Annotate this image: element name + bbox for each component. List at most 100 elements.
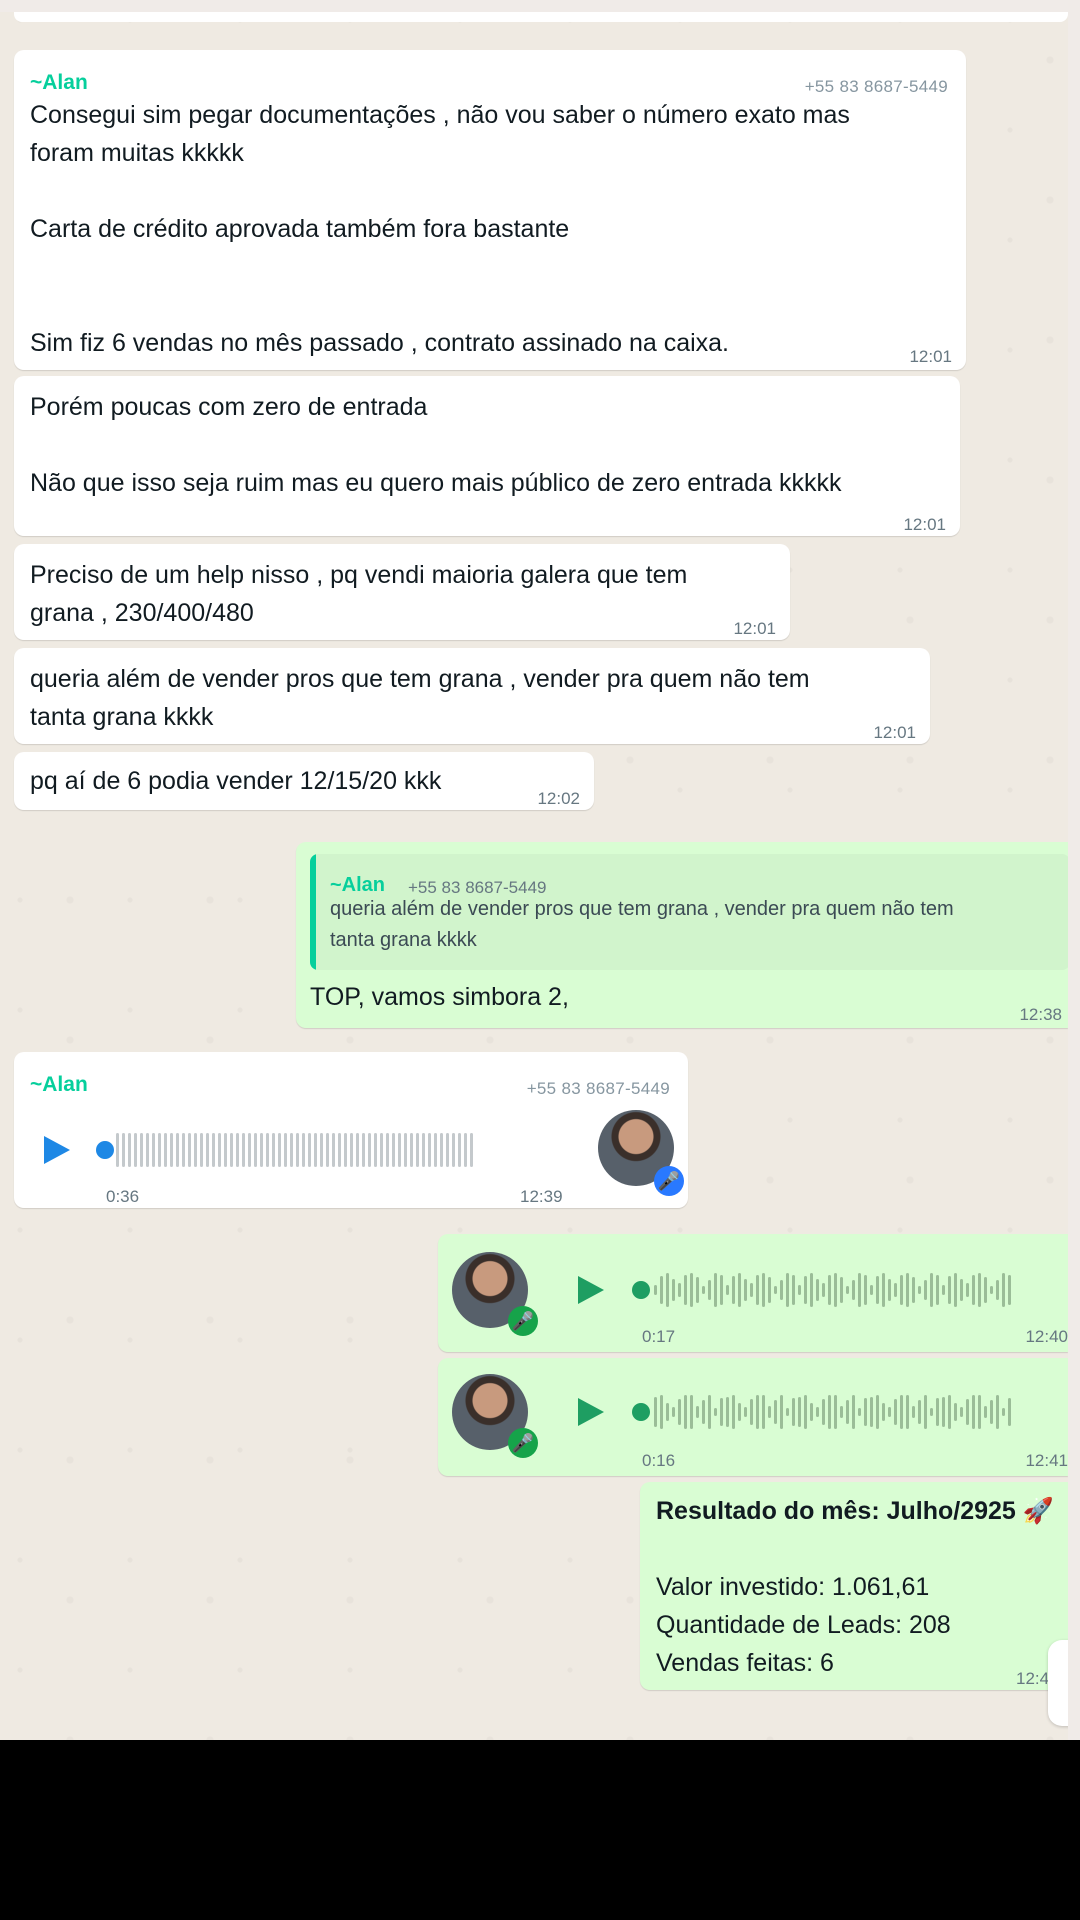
playback-position-dot[interactable] [96,1141,114,1159]
waveform-bar [828,1275,831,1305]
waveform-bar [140,1133,143,1167]
waveform-bar [194,1133,197,1167]
waveform-bar [416,1133,419,1167]
waveform-bar [852,1280,855,1300]
waveform-bar [870,1285,873,1295]
waveform-bar [786,1273,789,1307]
waveform-bar [410,1133,413,1167]
waveform-bar [762,1273,765,1307]
voice-message-outgoing[interactable]: 🎤 0:16 12:41 [438,1358,1068,1476]
playback-position-dot[interactable] [632,1403,650,1421]
waveform-bar [996,1395,999,1429]
waveform-bar [750,1399,753,1425]
waveform-bar [780,1280,783,1300]
waveform-bar [218,1133,221,1167]
message-time: 12:4 [1016,1669,1050,1688]
waveform-bar [948,1276,951,1304]
waveform-bar [714,1408,717,1416]
quoted-message[interactable]: ~Alan +55 83 8687-5449 queria além de ve… [310,854,1070,970]
play-icon[interactable] [578,1276,604,1304]
waveform-bar [906,1395,909,1429]
waveform-bar [708,1280,711,1300]
quote-text: queria além de vender pros que tem grana… [330,898,954,951]
waveform-bar [672,1279,675,1301]
play-icon[interactable] [578,1398,604,1426]
message-incoming[interactable]: pq aí de 6 podia vender 12/15/20 kkk 12:… [14,752,594,810]
waveform-bar [744,1279,747,1301]
message-text: TOP, vamos simbora 2, [310,983,569,1011]
message-text: Preciso de um help nisso , pq vendi maio… [30,561,688,627]
waveform-bar [966,1399,969,1425]
voice-message-outgoing[interactable]: 🎤 0:17 12:40 [438,1234,1068,1352]
waveform-bar [134,1133,137,1167]
waveform-bar [798,1397,801,1427]
waveform-bar [326,1133,329,1167]
waveform-bar [810,1403,813,1421]
voice-duration: 0:36 [106,1187,140,1206]
top-strip [0,0,1080,12]
waveform-bar [338,1133,341,1167]
waveform-bar [792,1275,795,1305]
waveform-bar [314,1133,317,1167]
waveform-bar [332,1133,335,1167]
waveform-bar [780,1395,783,1429]
previous-message-edge [14,12,1068,22]
waveform-bar [810,1273,813,1307]
waveform-bar [272,1133,275,1167]
message-incoming[interactable]: queria além de vender pros que tem grana… [14,648,930,744]
waveform-bar [266,1133,269,1167]
waveform-bar [774,1286,777,1294]
waveform-bar [678,1399,681,1425]
waveform-bar [900,1275,903,1305]
waveform-bar [756,1395,759,1429]
message-outgoing[interactable]: Resultado do mês: Julho/2925 🚀 Valor inv… [640,1482,1068,1690]
waveform-bar [176,1133,179,1167]
waveform-bar [888,1407,891,1417]
message-time: 12:01 [903,515,946,534]
message-incoming[interactable]: Porém poucas com zero de entrada Não que… [14,376,960,536]
voice-waveform[interactable] [116,1130,473,1170]
waveform-bar [1002,1408,1005,1416]
waveform-bar [888,1279,891,1301]
waveform-bar [146,1133,149,1167]
waveform-bar [690,1273,693,1307]
waveform-bar [224,1133,227,1167]
message-outgoing[interactable]: ~Alan +55 83 8687-5449 queria além de ve… [296,842,1070,1028]
waveform-bar [464,1133,467,1167]
waveform-bar [696,1406,699,1418]
playback-position-dot[interactable] [632,1281,650,1299]
waveform-bar [320,1133,323,1167]
waveform-bar [386,1133,389,1167]
voice-waveform[interactable] [654,1270,1011,1310]
voice-message-incoming[interactable]: ~Alan +55 83 8687-5449 0:36 12:39 🎤 [14,1052,688,1208]
waveform-bar [458,1133,461,1167]
waveform-bar [738,1273,741,1307]
message-incoming[interactable]: ~Alan +55 83 8687-5449 Consegui sim pega… [14,50,966,370]
waveform-bar [894,1283,897,1297]
waveform-bar [702,1400,705,1424]
waveform-bar [732,1276,735,1304]
quote-accent-bar [310,854,316,970]
waveform-bar [356,1133,359,1167]
voice-waveform[interactable] [654,1392,1011,1432]
waveform-bar [954,1403,957,1421]
result-title: Resultado do mês: Julho/2925 🚀 [656,1497,1054,1525]
waveform-bar [924,1395,927,1429]
play-icon[interactable] [44,1136,70,1164]
message-time: 12:41 [1025,1451,1068,1470]
waveform-bar [1008,1275,1011,1305]
waveform-bar [918,1400,921,1424]
waveform-bar [170,1133,173,1167]
waveform-bar [368,1133,371,1167]
waveform-bar [768,1406,771,1418]
waveform-bar [446,1133,449,1167]
waveform-bar [918,1286,921,1294]
waveform-bar [684,1395,687,1429]
waveform-bar [158,1133,161,1167]
sender-name[interactable]: ~Alan [30,1066,88,1104]
message-incoming[interactable]: Preciso de um help nisso , pq vendi maio… [14,544,790,640]
message-time: 12:38 [1019,1005,1062,1024]
waveform-bar [984,1277,987,1303]
voice-duration: 0:17 [642,1327,676,1346]
waveform-bar [858,1273,861,1307]
